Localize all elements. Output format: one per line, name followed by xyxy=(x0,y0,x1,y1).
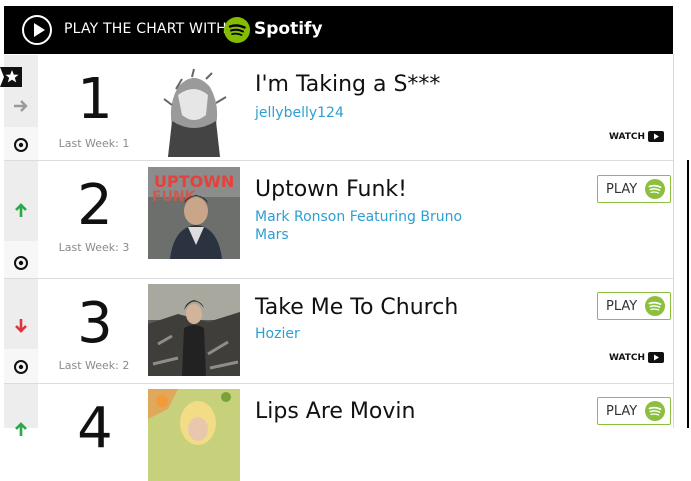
target-icon[interactable] xyxy=(13,359,29,375)
play-label: PLAY xyxy=(606,182,638,197)
scrollbar[interactable] xyxy=(687,160,689,428)
watch-button[interactable]: WATCH xyxy=(609,131,665,142)
spotify-icon xyxy=(645,401,665,421)
arrow-up-icon xyxy=(15,422,27,436)
watch-button[interactable]: WATCH xyxy=(609,352,665,363)
chart-row: 3 Last Week: 2 Take Me To Church Hozier … xyxy=(4,279,673,384)
target-icon[interactable] xyxy=(13,255,29,271)
last-week: Last Week: 2 xyxy=(58,359,130,372)
watch-label: WATCH xyxy=(609,132,646,142)
watch-label: WATCH xyxy=(609,353,646,363)
rank-number: 1 xyxy=(77,67,113,132)
rank-number: 4 xyxy=(77,396,113,461)
album-art[interactable] xyxy=(148,389,240,481)
spotify-play-button[interactable]: PLAY xyxy=(597,175,671,203)
song-title[interactable]: Lips Are Movin xyxy=(255,399,415,424)
chart-right-border xyxy=(673,54,674,428)
artist-link[interactable]: jellybelly124 xyxy=(255,104,495,122)
artist-link[interactable]: Mark Ronson Featuring Bruno Mars xyxy=(255,208,495,244)
spotify-logo-icon xyxy=(224,17,250,43)
spotify-banner[interactable]: PLAY THE CHART WITH Spotify xyxy=(4,6,673,54)
banner-text: PLAY THE CHART WITH xyxy=(64,21,227,37)
chart-row: 2 Last Week: 3 UPTOWN FUNK Uptown Funk! … xyxy=(4,161,673,279)
last-week: Last Week: 3 xyxy=(58,241,130,254)
arrow-down-icon xyxy=(15,319,27,333)
play-icon[interactable] xyxy=(22,15,52,45)
spotify-icon xyxy=(645,296,665,316)
spotify-play-button[interactable]: PLAY xyxy=(597,292,671,320)
last-week: Last Week: 1 xyxy=(58,137,130,150)
song-title[interactable]: I'm Taking a S*** xyxy=(255,72,440,97)
song-title[interactable]: Uptown Funk! xyxy=(255,177,407,202)
arrow-up-icon xyxy=(15,203,27,217)
chart-row: 1 Last Week: 1 I'm Taking a S*** jellybe… xyxy=(4,55,673,161)
album-art[interactable]: UPTOWN FUNK xyxy=(148,167,240,259)
spotify-play-button[interactable]: PLAY xyxy=(597,397,671,425)
youtube-play-icon xyxy=(648,352,665,363)
target-icon[interactable] xyxy=(13,137,29,153)
rank-number: 3 xyxy=(77,291,113,356)
star-icon xyxy=(0,67,22,87)
chart-row: 4 Lips Are Movin PLAY xyxy=(4,384,673,481)
song-title[interactable]: Take Me To Church xyxy=(255,295,458,320)
album-art[interactable] xyxy=(148,65,240,157)
youtube-play-icon xyxy=(648,131,665,142)
rank-number: 2 xyxy=(77,173,113,238)
arrow-right-icon xyxy=(14,100,28,112)
spotify-icon xyxy=(645,179,665,199)
spotify-wordmark: Spotify xyxy=(254,19,323,39)
play-label: PLAY xyxy=(606,299,638,314)
artist-link[interactable]: Hozier xyxy=(255,325,495,343)
album-art[interactable] xyxy=(148,284,240,376)
play-label: PLAY xyxy=(606,404,638,419)
